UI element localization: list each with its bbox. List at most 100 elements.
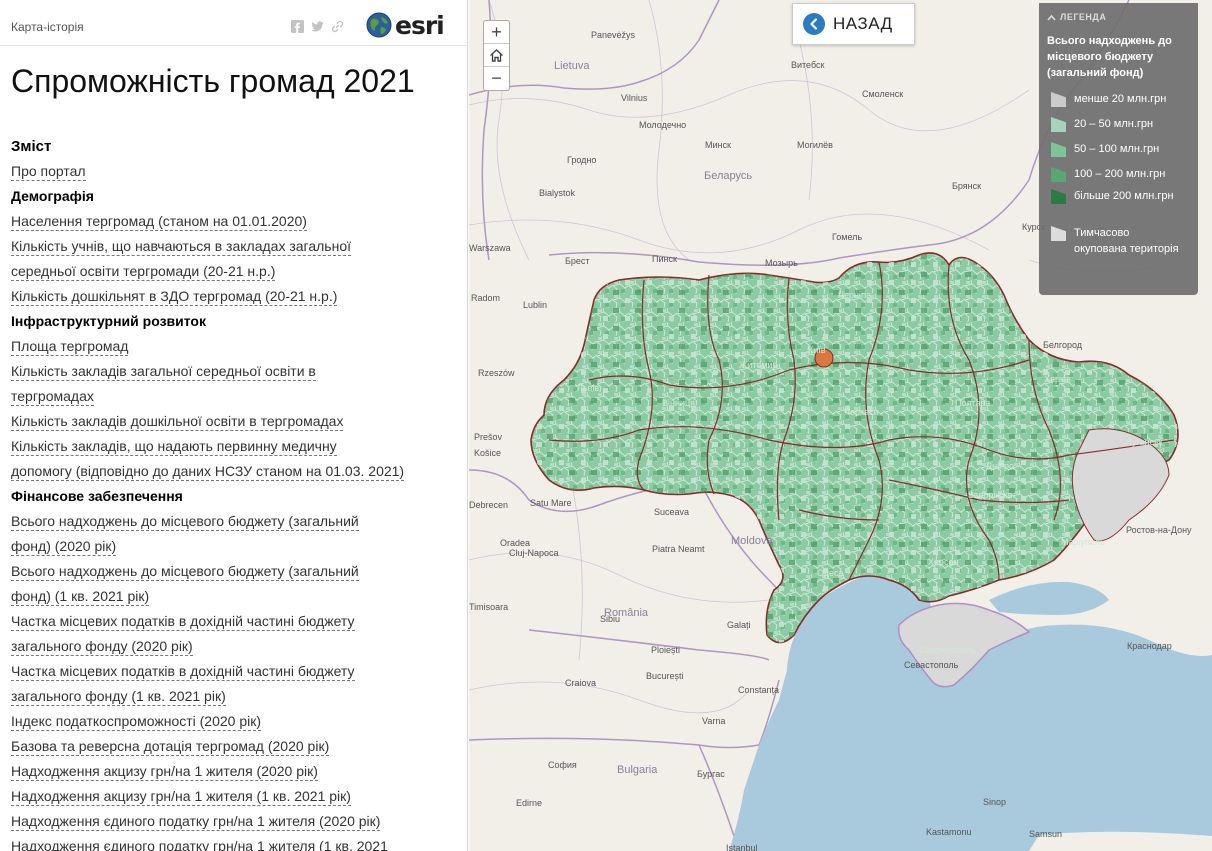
toc-link[interactable]: Частка місцевих податків в дохідній част… (11, 663, 355, 681)
legend-label: 20 – 50 млн.грн (1074, 118, 1154, 130)
toc-row: Надходження єдиного податку грн/на 1 жит… (11, 834, 451, 851)
link-icon[interactable] (331, 20, 344, 33)
legend-swatch (1051, 189, 1066, 204)
toc-row: Надходження єдиного податку грн/на 1 жит… (11, 809, 451, 834)
toc-row: Кількість закладів, що надають первинну … (11, 434, 451, 459)
toc-link[interactable]: Індекс податкоспроможності (2020 рік) (11, 713, 262, 731)
toc-link[interactable]: Населення тергромад (станом на 01.01.202… (11, 213, 307, 231)
toc-link[interactable]: тергромадах (11, 388, 94, 406)
legend-panel: ЛЕГЕНДА Всього надходжень до місцевого б… (1039, 3, 1198, 295)
toc-row: Всього надходжень до місцевого бюджету (… (11, 509, 451, 534)
back-button-label: НАЗАД (833, 14, 893, 33)
toc-heading-text: Демографія (11, 188, 94, 204)
toc-row: Кількість закладів дошкільної освіти в т… (11, 409, 451, 434)
legend-item: 100 – 200 млн.грн (1051, 166, 1179, 182)
toc-heading-text: Інфраструктурний розвиток (11, 313, 206, 329)
toc-row: Кількість дошкільнят в ЗДО тергромад (20… (11, 284, 451, 309)
toc-row: Кількість учнів, що навчаються в заклада… (11, 234, 451, 259)
table-of-contents: Зміст Про портал Демографія Населення терг… (11, 134, 451, 851)
chevron-left-icon (803, 13, 825, 35)
esri-logo[interactable]: esri (366, 10, 445, 40)
story-sidebar: Карта-історія esri Спроможність громад 2… (0, 0, 468, 851)
zoom-control: + − (483, 20, 510, 91)
esri-wordmark: esri (395, 10, 445, 40)
chevron-up-icon (1047, 14, 1056, 21)
toc-row: допомогу (відповідно до даних НСЗУ стано… (11, 459, 451, 484)
home-icon (490, 48, 503, 62)
toc-link[interactable]: загального фонду (1 кв. 2021 рік) (11, 688, 226, 706)
home-button[interactable] (484, 44, 509, 67)
facebook-icon[interactable] (291, 20, 304, 33)
toc-link[interactable]: Площа тергромад (11, 338, 129, 356)
legend-swatch (1051, 226, 1066, 241)
toc-row: фонд) (2020 рік) (11, 534, 451, 559)
toc-row: Площа тергромад (11, 334, 451, 359)
toc-row: Надходження акцизу грн/на 1 жителя (1 кв… (11, 784, 451, 809)
legend-item: більше 200 млн.грн (1051, 188, 1179, 204)
page-title: Спроможність громад 2021 (11, 63, 415, 99)
toc-heading-text: Фінансове забезпечення (11, 488, 183, 504)
toc-link[interactable]: Надходження єдиного податку грн/на 1 жит… (11, 813, 381, 831)
globe-icon (366, 12, 392, 38)
zoom-in-button[interactable]: + (484, 21, 509, 44)
toc-link[interactable]: Надходження акцизу грн/на 1 жителя (2020… (11, 763, 318, 781)
toc-row: Кількість закладів загальної середньої о… (11, 359, 451, 384)
toc-row: Частка місцевих податків в дохідній част… (11, 609, 451, 634)
toc-link[interactable]: допомогу (відповідно до даних НСЗУ стано… (11, 463, 405, 481)
toc-row: середньої освіти тергромади (20-21 н.р.) (11, 259, 451, 284)
legend-toggle[interactable]: ЛЕГЕНДА (1047, 12, 1106, 22)
legend-title: Всього надходжень до місцевого бюджету (… (1047, 35, 1172, 79)
toc-row: Частка місцевих податків в дохідній част… (11, 659, 451, 684)
legend-swatch (1051, 142, 1066, 157)
legend-swatch (1051, 92, 1066, 107)
toc-row: фонд) (1 кв. 2021 рік) (11, 584, 451, 609)
toc-link[interactable]: середньої освіти тергромади (20-21 н.р.) (11, 263, 276, 281)
toc-link[interactable]: Кількість закладів дошкільної освіти в т… (11, 413, 344, 431)
legend-label: менше 20 млн.грн (1074, 93, 1167, 105)
share-buttons (291, 20, 344, 33)
toc-section-heading: Демографія (11, 184, 451, 209)
toc-row: Населення тергромад (станом на 01.01.202… (11, 209, 451, 234)
toc-link[interactable]: Частка місцевих податків в дохідній част… (11, 613, 355, 631)
twitter-icon[interactable] (311, 20, 324, 33)
zoom-out-button[interactable]: − (484, 67, 509, 90)
legend-header: ЛЕГЕНДА (1060, 12, 1107, 22)
back-button[interactable]: НАЗАД (792, 3, 915, 45)
legend-label: 50 – 100 млн.грн (1074, 143, 1160, 155)
toc-row: загального фонду (2020 рік) (11, 634, 451, 659)
legend-label: 100 – 200 млн.грн (1074, 168, 1166, 180)
toc-link[interactable]: Всього надходжень до місцевого бюджету (… (11, 563, 359, 581)
legend-item: 20 – 50 млн.грн (1051, 116, 1179, 132)
toc-section-heading: Фінансове забезпечення (11, 484, 451, 509)
app-type-label: Карта-історія (11, 20, 84, 34)
toc-link[interactable]: Кількість закладів, що надають первинну … (11, 438, 337, 456)
legend-swatch (1051, 117, 1066, 132)
toc-link[interactable]: Надходження єдиного податку грн/на 1 жит… (11, 838, 388, 851)
toc-link[interactable]: Кількість учнів, що навчаються в заклада… (11, 238, 351, 256)
story-header: Карта-історія esri (0, 0, 467, 46)
toc-link[interactable]: Кількість дошкільнят в ЗДО тергромад (20… (11, 288, 338, 306)
toc-section-heading: Інфраструктурний розвиток (11, 309, 451, 334)
toc-title: Зміст (11, 138, 52, 155)
toc-row: Надходження акцизу грн/на 1 жителя (2020… (11, 759, 451, 784)
toc-row: Базова та реверсна дотація тергромад (20… (11, 734, 451, 759)
legend-item: Тимчасово окупована територія (1051, 225, 1179, 257)
legend-label: Тимчасово окупована територія (1074, 227, 1179, 255)
legend-swatch (1051, 167, 1066, 182)
toc-link[interactable]: Надходження акцизу грн/на 1 жителя (1 кв… (11, 788, 351, 806)
toc-link[interactable]: фонд) (2020 рік) (11, 538, 117, 556)
toc-row: Індекс податкоспроможності (2020 рік) (11, 709, 451, 734)
toc-link[interactable]: фонд) (1 кв. 2021 рік) (11, 588, 150, 606)
toc-link[interactable]: Кількість закладів загальної середньої о… (11, 363, 316, 381)
legend-label: більше 200 млн.грн (1074, 190, 1174, 202)
toc-row: загального фонду (1 кв. 2021 рік) (11, 684, 451, 709)
toc-link[interactable]: Про портал (11, 163, 86, 181)
toc-row: Всього надходжень до місцевого бюджету (… (11, 559, 451, 584)
toc-link[interactable]: загального фонду (2020 рік) (11, 638, 193, 656)
toc-row: тергромадах (11, 384, 451, 409)
toc-link[interactable]: Всього надходжень до місцевого бюджету (… (11, 513, 359, 531)
toc-link[interactable]: Базова та реверсна дотація тергромад (20… (11, 738, 330, 756)
toc-row: Про портал (11, 159, 451, 184)
legend-item: 50 – 100 млн.грн (1051, 141, 1179, 157)
map-view[interactable]: Panevėžys Lietuva Vilnius Молодечно Минск Бел… (469, 0, 1212, 851)
